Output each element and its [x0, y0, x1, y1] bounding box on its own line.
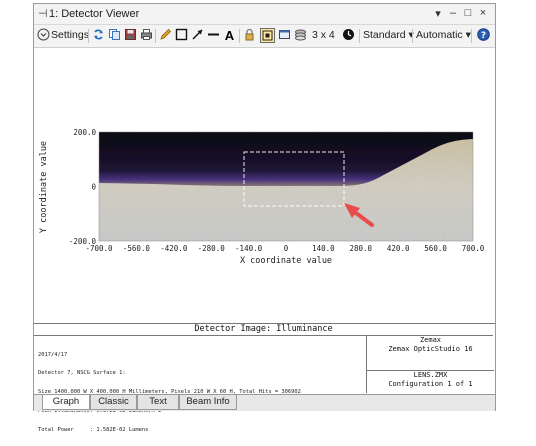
close-button[interactable]: × [477, 7, 489, 19]
x-tick-label: 700.0 [462, 244, 485, 253]
info-title: Detector Image: Illuminance [34, 324, 493, 336]
illuminance-plot: -700.0 -560.0 -420.0 -280.0 -140.0 0 140.0 280.… [39, 128, 485, 266]
lock-icon[interactable] [242, 28, 257, 43]
x-tick-label: -140.0 [235, 244, 263, 253]
svg-text:?: ? [481, 31, 486, 41]
dropdown-icon[interactable]: ▾ [432, 7, 444, 20]
y-tick-label: 200.0 [73, 128, 96, 137]
configuration-label: Configuration 1 of 1 [388, 380, 473, 388]
plot-area: -700.0 -560.0 -420.0 -280.0 -140.0 0 140.0 280.… [34, 48, 495, 323]
y-axis-ticks: 200.0 0 -200.0 [69, 128, 97, 246]
x-tick-label: -420.0 [160, 244, 188, 253]
title-bar: ⊣ 1: Detector Viewer ▾ – □ × [34, 4, 495, 25]
x-tick-label: -280.0 [198, 244, 226, 253]
x-tick-label: -560.0 [123, 244, 151, 253]
minimize-button[interactable]: – [447, 7, 459, 19]
x-tick-label: 560.0 [424, 244, 447, 253]
vendor-name: Zemax [419, 336, 442, 344]
standard-label: Standard [363, 29, 406, 41]
toolbar-separator [88, 29, 89, 43]
arrow-icon[interactable] [190, 28, 205, 43]
automatic-label: Automatic [416, 29, 463, 41]
toolbar-separator [412, 29, 413, 43]
x-tick-label: 140.0 [312, 244, 335, 253]
text-icon[interactable]: A [222, 28, 237, 43]
detail-line: 2017/4/17 [38, 351, 68, 358]
settings-icon[interactable] [36, 28, 51, 43]
tab-bar: Graph Classic Text Beam Info [34, 394, 495, 411]
y-tick-label: 0 [91, 183, 96, 192]
x-axis-label: X coordinate value [240, 256, 332, 266]
detector-image [99, 132, 473, 241]
help-icon[interactable]: ? [476, 28, 491, 43]
toolbar-separator [239, 29, 240, 43]
automatic-dropdown[interactable]: Automatic ▾ [416, 28, 471, 43]
software-box: Zemax Zemax OpticStudio 16 [366, 336, 494, 371]
x-tick-label: 0 [284, 244, 289, 253]
tab-text[interactable]: Text [137, 395, 179, 410]
tab-graph[interactable]: Graph [42, 395, 90, 410]
pencil-icon[interactable] [158, 28, 173, 43]
print-icon[interactable] [139, 28, 154, 43]
line-icon[interactable] [206, 28, 221, 43]
detail-line: Detector 7, NSCG Surface 1: [38, 370, 126, 377]
layers-icon[interactable] [293, 28, 308, 43]
toolbar: Settings A 3 x 4 Standard Automatic ▾ ? [34, 25, 495, 48]
window-icon[interactable] [277, 28, 292, 43]
toolbar-separator [471, 29, 472, 43]
y-axis-label: Y coordinate value [39, 141, 49, 233]
clock-icon[interactable] [341, 28, 356, 43]
detector-viewer-window: ⊣ 1: Detector Viewer ▾ – □ × Settings A … [33, 3, 496, 433]
x-axis-ticks: -700.0 -560.0 -420.0 -280.0 -140.0 0 140.0 280.… [85, 244, 484, 253]
maximize-button[interactable]: □ [462, 7, 474, 19]
layout-selector[interactable]: 3 x 4 [312, 28, 335, 43]
pin-icon[interactable]: ⊣ [38, 7, 48, 20]
info-panel: Detector Image: Illuminance 2017/4/17 De… [34, 323, 495, 433]
x-tick-label: 420.0 [387, 244, 410, 253]
tab-beam-info[interactable]: Beam Info [179, 395, 237, 410]
product-name: Zemax OpticStudio 16 [388, 345, 473, 353]
file-box: LENS.ZMX Configuration 1 of 1 [366, 371, 494, 393]
settings-button[interactable]: Settings [51, 28, 89, 43]
toolbar-separator [155, 29, 156, 43]
window-title: 1: Detector Viewer [49, 8, 140, 20]
fit-icon[interactable] [260, 28, 275, 43]
rectangle-icon[interactable] [174, 28, 189, 43]
y-tick-label: -200.0 [69, 237, 97, 246]
toolbar-separator [359, 29, 360, 43]
standard-dropdown[interactable]: Standard ▾ [363, 28, 414, 43]
x-tick-label: 280.0 [350, 244, 373, 253]
refresh-icon[interactable] [91, 28, 106, 43]
detector-details: 2017/4/17 Detector 7, NSCG Surface 1: Si… [38, 339, 358, 446]
file-name: LENS.ZMX [413, 371, 448, 379]
copy-icon[interactable] [107, 28, 122, 43]
tab-classic[interactable]: Classic [90, 395, 137, 410]
save-icon[interactable] [123, 28, 138, 43]
detail-line: Total Power : 1.582E-02 Lumens [38, 427, 149, 434]
